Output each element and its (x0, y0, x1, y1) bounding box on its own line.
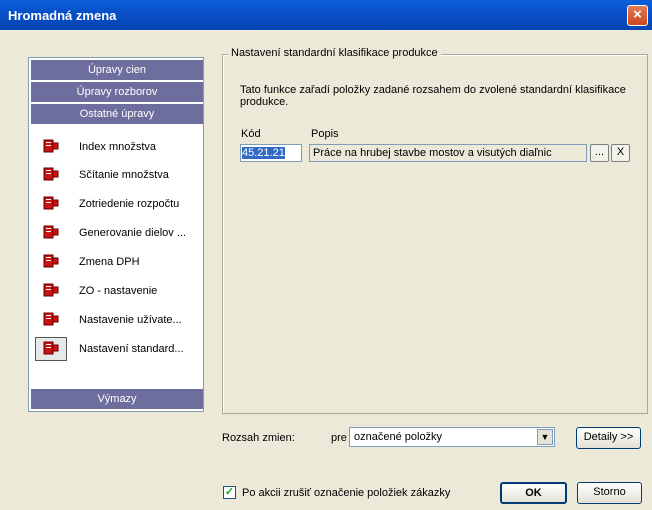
code-label: Kód (241, 128, 261, 140)
sidebar-item-label: Sčítanie množstva (79, 169, 169, 181)
group-header-ostatne-upravy[interactable]: Ostatné úpravy (31, 104, 203, 125)
settings-group-frame (222, 54, 648, 414)
group-header-upravy-rozborov[interactable]: Úpravy rozborov (31, 82, 203, 103)
cancel-button[interactable]: Storno (577, 482, 642, 504)
group-header-upravy-cien[interactable]: Úpravy cien (31, 60, 203, 81)
window-title: Hromadná zmena (8, 8, 117, 23)
edit-doc-icon (43, 341, 59, 355)
sidebar-item-zo-nastavenie[interactable]: ZO - nastavenie (31, 277, 203, 305)
sidebar-item-label: Nastavení standard... (79, 343, 184, 355)
category-sidebar: Úpravy cien Úpravy rozborov Ostatné úpra… (28, 57, 204, 412)
range-select[interactable]: označené položky ▼ (349, 427, 555, 447)
edit-doc-icon (43, 139, 59, 153)
edit-doc-icon (43, 283, 59, 297)
dialog-window: Hromadná zmena × Úpravy cien Úpravy rozb… (0, 0, 652, 510)
range-select-value: označené položky (354, 431, 443, 443)
edit-doc-icon (43, 312, 59, 326)
sidebar-item-label: Generovanie dielov ... (79, 227, 187, 239)
clear-button[interactable]: X (611, 144, 630, 162)
browse-button[interactable]: ... (590, 144, 609, 162)
sidebar-item-label: ZO - nastavenie (79, 285, 158, 297)
unmark-items-checkbox[interactable]: ✓ (223, 486, 236, 499)
function-description: Tato funkce zařadí položky zadané rozsah… (240, 84, 626, 108)
sidebar-item-label: Index množstva (79, 141, 157, 153)
close-button[interactable]: × (627, 5, 648, 26)
group-title: Nastavení standardní klasifikace produkc… (228, 47, 441, 59)
unmark-items-label: Po akcii zrušiť označenie položiek zákaz… (242, 487, 451, 499)
chevron-down-icon[interactable]: ▼ (537, 429, 553, 445)
sidebar-item-zmena-dph[interactable]: Zmena DPH (31, 248, 203, 276)
title-bar[interactable]: Hromadná zmena × (0, 0, 652, 30)
popis-field: Práce na hrubej stavbe mostov a visutých… (309, 144, 587, 162)
ok-button[interactable]: OK (500, 482, 567, 504)
sidebar-item-scitanie-mnozstva[interactable]: Sčítanie množstva (31, 161, 203, 189)
sidebar-item-nastaveni-standard[interactable]: Nastavení standard... (31, 335, 203, 363)
sidebar-item-label: Nastavenie užívate... (79, 314, 182, 326)
edit-doc-icon (43, 254, 59, 268)
sidebar-item-label: Zotriedenie rozpočtu (79, 198, 180, 210)
edit-doc-icon (43, 196, 59, 210)
edit-doc-icon (43, 225, 59, 239)
sidebar-item-label: Zmena DPH (79, 256, 140, 268)
pre-label: pre (331, 432, 347, 444)
details-button[interactable]: Detaily >> (576, 427, 641, 449)
popis-label: Popis (311, 128, 339, 140)
sidebar-item-index-mnozstva[interactable]: Index množstva (31, 133, 203, 161)
sidebar-item-generovanie-dielov[interactable]: Generovanie dielov ... (31, 219, 203, 247)
group-header-vymazy[interactable]: Výmazy (31, 389, 203, 410)
sidebar-item-nastavenie-uzivatela[interactable]: Nastavenie užívate... (31, 306, 203, 334)
edit-doc-icon (43, 167, 59, 181)
range-label: Rozsah zmien: (222, 432, 295, 444)
code-value: 45.21.21 (242, 147, 285, 159)
sidebar-item-zotriedenie-rozpoctu[interactable]: Zotriedenie rozpočtu (31, 190, 203, 218)
code-input[interactable]: 45.21.21 (240, 144, 302, 162)
